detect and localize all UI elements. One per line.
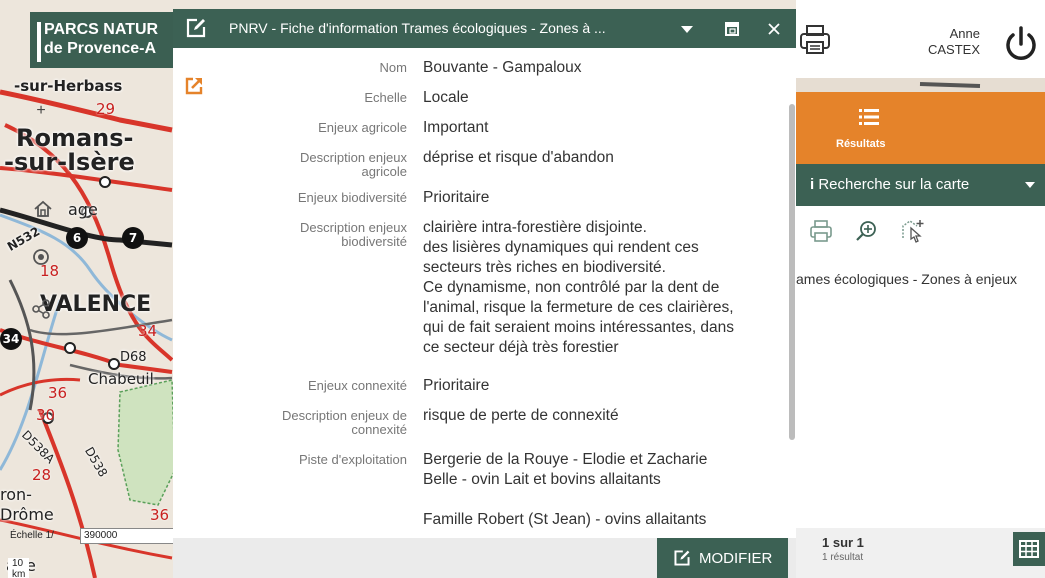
dialog-body: Nom Bouvante - Gampaloux Echelle Locale … bbox=[217, 48, 796, 538]
logout-button[interactable] bbox=[1002, 24, 1040, 64]
field-value: Prioritaire bbox=[423, 189, 490, 206]
printer-icon bbox=[810, 220, 832, 242]
results-body: ames écologiques - Zones à enjeux bbox=[796, 206, 1045, 528]
print-button[interactable] bbox=[797, 22, 833, 58]
dialog-footer: MODIFIER bbox=[173, 538, 796, 578]
zoom-to-results-button[interactable] bbox=[854, 218, 880, 244]
zoom-in-button[interactable]: + bbox=[28, 98, 54, 124]
field-value: risque de perte de connexité bbox=[423, 407, 619, 424]
scale-label: Échelle 1/ bbox=[10, 530, 54, 541]
map-place-label: Drôme bbox=[0, 505, 54, 524]
window-restore-icon[interactable] bbox=[725, 22, 739, 36]
user-first-name: Anne bbox=[949, 26, 980, 41]
field-label: Description enjeux agricole bbox=[300, 150, 407, 179]
road-number: 29 bbox=[96, 100, 116, 118]
road-label: D68 bbox=[120, 350, 147, 365]
map-search-label: i Recherche sur la carte bbox=[810, 176, 969, 193]
edit-square-icon bbox=[186, 18, 206, 38]
table-view-button[interactable] bbox=[1013, 532, 1045, 566]
external-link-icon[interactable] bbox=[184, 76, 204, 96]
motorway-exit-badge: 6 bbox=[66, 227, 88, 249]
field-label: Enjeux connexité bbox=[307, 378, 407, 393]
dialog-title: PNRV - Fiche d'information Trames écolog… bbox=[229, 20, 606, 36]
map-place-label: -sur-Herbass bbox=[14, 77, 123, 95]
map-place-label: Chabeuil bbox=[88, 370, 154, 388]
info-sheet-dialog: PNRV - Fiche d'information Trames écolog… bbox=[173, 0, 796, 578]
map-place-label: age bbox=[68, 200, 98, 219]
dialog-side-toolbar bbox=[173, 48, 217, 538]
field-value: Bergerie de la Rouye - Elodie et Zachari… bbox=[423, 451, 708, 528]
field-label: Description enjeux biodiversité bbox=[300, 220, 407, 249]
field-value: Prioritaire bbox=[423, 377, 490, 394]
field-value: déprise et risque d'abandon bbox=[423, 149, 614, 166]
table-grid-icon bbox=[1019, 540, 1039, 558]
info-icon: i bbox=[810, 176, 815, 193]
power-icon bbox=[1006, 26, 1036, 60]
road-number: 28 bbox=[32, 466, 52, 484]
map-search-text: Recherche sur la carte bbox=[818, 176, 970, 193]
field-label: Enjeux biodiversité bbox=[297, 190, 407, 205]
scale-bar-label: 10 km bbox=[8, 558, 30, 578]
motorway-exit-badge: 7 bbox=[122, 227, 144, 249]
field-label: Nom bbox=[379, 60, 407, 75]
home-button[interactable] bbox=[30, 198, 56, 224]
brand-line-1: PARCS NATUR bbox=[44, 21, 159, 38]
brand-logo[interactable]: PARCS NATUR de Provence-A bbox=[30, 12, 175, 68]
field-value: Important bbox=[423, 119, 489, 136]
results-pagination: 1 sur 1 1 résultat bbox=[796, 528, 1045, 578]
map-place-label: VALENCE bbox=[40, 292, 152, 317]
result-layer-name[interactable]: ames écologiques - Zones à enjeux bbox=[796, 271, 1045, 287]
field-label: Echelle bbox=[364, 90, 407, 105]
locate-button[interactable] bbox=[28, 246, 54, 272]
chevron-down-icon bbox=[1025, 182, 1035, 188]
field-label: Enjeux agricole bbox=[318, 120, 407, 135]
home-icon bbox=[34, 200, 52, 217]
select-area-icon bbox=[902, 220, 924, 243]
list-icon bbox=[859, 109, 879, 125]
modify-button[interactable]: MODIFIER bbox=[657, 538, 788, 578]
triangle-down-icon[interactable] bbox=[681, 26, 693, 33]
scrollbar-thumb[interactable] bbox=[789, 104, 795, 440]
result-count: 1 résultat bbox=[822, 552, 864, 563]
results-tab[interactable]: Résultats bbox=[796, 92, 1045, 164]
road-number: 36 bbox=[48, 384, 68, 402]
close-icon[interactable] bbox=[767, 22, 781, 36]
map-place-label: -sur-Isère bbox=[4, 148, 135, 176]
road-number: 30 bbox=[36, 406, 56, 424]
select-on-map-button[interactable] bbox=[900, 218, 926, 244]
user-last-name: CASTEX bbox=[927, 42, 980, 57]
zoom-to-icon bbox=[856, 221, 876, 241]
field-value: clairière intra-forestière disjointe. de… bbox=[423, 219, 735, 356]
field-label: Piste d'exploitation bbox=[299, 452, 407, 467]
dialog-header: PNRV - Fiche d'information Trames écolog… bbox=[173, 9, 796, 48]
brand-bar bbox=[37, 22, 41, 62]
user-name[interactable]: Anne CASTEX bbox=[920, 26, 980, 58]
page-indicator: 1 sur 1 bbox=[822, 535, 864, 550]
motorway-exit-badge: 34 bbox=[0, 328, 22, 350]
road-number: 34 bbox=[138, 322, 158, 340]
print-results-button[interactable] bbox=[808, 218, 834, 244]
edit-button[interactable] bbox=[185, 17, 207, 39]
share-icon bbox=[32, 299, 50, 319]
brand-line-2: de Provence-A bbox=[44, 40, 157, 57]
locate-icon bbox=[33, 249, 49, 265]
map-place-label: ron- bbox=[0, 485, 32, 504]
field-label: Description enjeux de connexité bbox=[281, 408, 407, 437]
edit-square-icon bbox=[674, 550, 690, 566]
modify-button-label: MODIFIER bbox=[699, 550, 773, 567]
scale-value-input[interactable]: 390000 bbox=[80, 528, 176, 544]
share-button[interactable] bbox=[28, 298, 54, 324]
field-value: Locale bbox=[423, 89, 469, 106]
map-search-dropdown[interactable]: i Recherche sur la carte bbox=[796, 164, 1045, 206]
road-number: 36 bbox=[150, 506, 170, 524]
results-tab-label: Résultats bbox=[836, 138, 886, 150]
printer-icon bbox=[800, 25, 830, 54]
field-value: Bouvante - Gampaloux bbox=[423, 59, 582, 76]
